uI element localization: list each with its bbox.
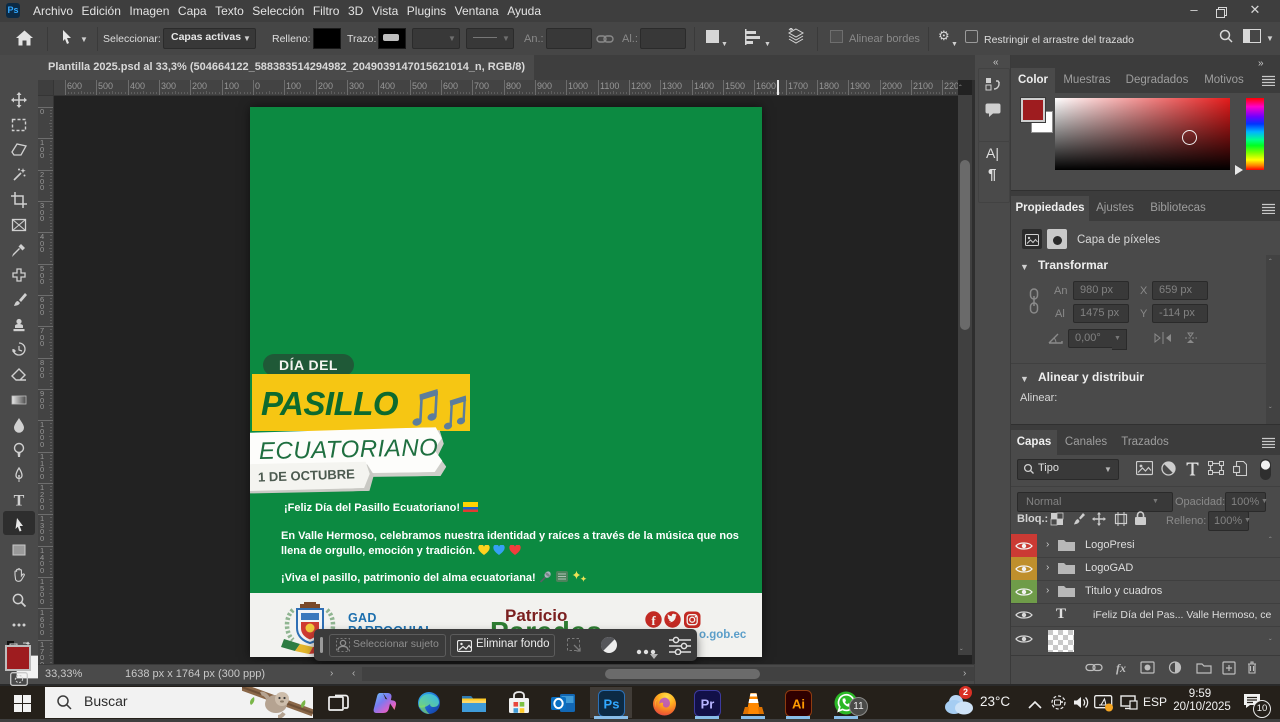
svg-text:Pr: Pr [701,697,715,712]
svg-text:fx: fx [1116,661,1126,675]
svg-text:T: T [14,493,25,509]
svg-text:f: f [651,613,656,628]
svg-text:Ai: Ai [792,697,805,712]
svg-text:Ps: Ps [604,697,620,712]
